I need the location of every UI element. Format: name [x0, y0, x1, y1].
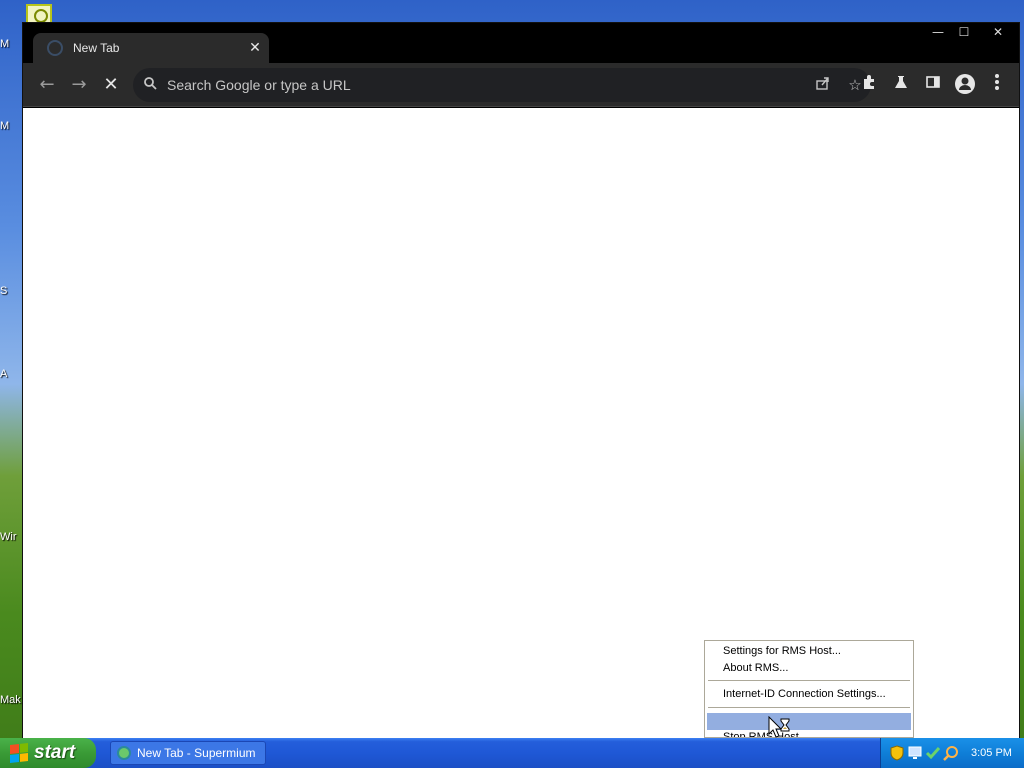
- menu-item-highlighted[interactable]: [707, 713, 911, 730]
- menu-kebab-icon[interactable]: [985, 73, 1009, 97]
- rms-host-icon[interactable]: [925, 745, 941, 761]
- omnibox-placeholder[interactable]: Search Google or type a URL: [167, 77, 807, 93]
- tab-close-icon[interactable]: ✕: [245, 40, 265, 56]
- tray-context-menu: Settings for RMS Host... About RMS... In…: [704, 640, 914, 738]
- menu-separator: [708, 707, 910, 708]
- labs-flask-icon[interactable]: [889, 73, 913, 97]
- start-label: start: [34, 742, 76, 763]
- taskbar-item-supermium[interactable]: New Tab - Supermium: [110, 741, 266, 765]
- maximize-button[interactable]: ☐: [951, 23, 977, 41]
- menu-item-settings-rms-host[interactable]: Settings for RMS Host...: [707, 643, 911, 660]
- omnibox[interactable]: Search Google or type a URL ☆: [133, 68, 871, 102]
- supermium-icon: [117, 746, 131, 760]
- forward-button[interactable]: →: [67, 73, 91, 97]
- system-tray: 3:05 PM: [880, 738, 1024, 768]
- browser-titlebar[interactable]: New Tab ✕ — ☐ ✕: [23, 23, 1019, 63]
- minimize-button[interactable]: —: [925, 23, 951, 41]
- tab-new-tab[interactable]: New Tab ✕: [33, 33, 269, 63]
- stop-loading-button[interactable]: ✕: [99, 73, 123, 97]
- extensions-icon[interactable]: [857, 73, 881, 97]
- close-window-button[interactable]: ✕: [985, 23, 1011, 41]
- menu-separator: [708, 680, 910, 681]
- clock[interactable]: 3:05 PM: [971, 747, 1012, 759]
- desktop-label-2[interactable]: M: [0, 120, 24, 132]
- browser-toolbar: ← → ✕ Search Google or type a URL ☆: [23, 63, 1019, 107]
- tab-title: New Tab: [73, 41, 120, 55]
- share-icon[interactable]: [807, 75, 839, 95]
- busy-cursor-icon: [768, 715, 794, 740]
- taskbar-item-label: New Tab - Supermium: [137, 746, 256, 760]
- tab-loading-icon: [47, 40, 63, 56]
- search-tray-icon[interactable]: [943, 745, 959, 761]
- start-button[interactable]: start: [0, 738, 96, 768]
- security-shield-icon[interactable]: [889, 745, 905, 761]
- back-button[interactable]: ←: [35, 73, 59, 97]
- menu-item-about-rms[interactable]: About RMS...: [707, 660, 911, 677]
- desktop-label-4[interactable]: A: [0, 368, 24, 380]
- profile-avatar-icon[interactable]: [953, 73, 977, 97]
- taskbar: start New Tab - Supermium 3:05 PM: [0, 738, 1024, 768]
- desktop-label-6[interactable]: Mak: [0, 694, 24, 706]
- windows-flag-icon: [10, 743, 28, 763]
- desktop-label-1[interactable]: M: [0, 38, 24, 50]
- desktop-label-3[interactable]: S: [0, 285, 24, 297]
- search-icon: [133, 76, 167, 94]
- menu-item-stop-rms-host[interactable]: Stop RMS Host: [707, 729, 911, 737]
- desktop-label-5[interactable]: Wir: [0, 531, 24, 543]
- side-panel-icon[interactable]: [921, 73, 945, 97]
- browser-window: New Tab ✕ — ☐ ✕ ← → ✕ Search Google or t…: [22, 22, 1020, 739]
- menu-item-internet-id-settings[interactable]: Internet-ID Connection Settings...: [707, 686, 911, 703]
- network-icon[interactable]: [907, 745, 923, 761]
